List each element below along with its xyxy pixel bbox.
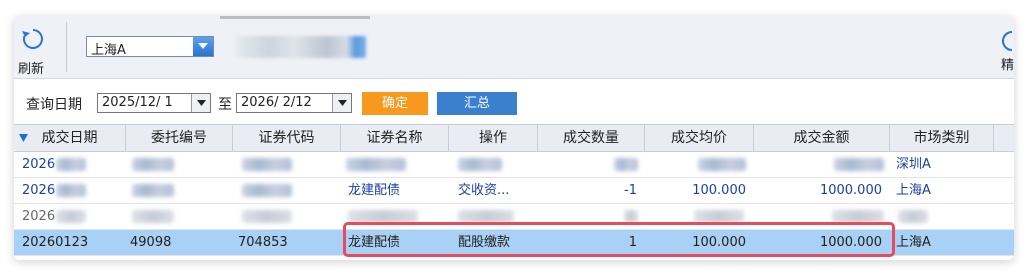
dropdown-arrow-icon[interactable] — [193, 37, 213, 56]
query-date-label: 查询日期 — [26, 97, 82, 113]
toolbar: 刷新 上海A 精 — [14, 16, 1014, 79]
refresh-label: 刷新 — [18, 62, 45, 77]
redacted-cell — [698, 158, 746, 171]
redacted-cell — [614, 158, 638, 171]
summary-button[interactable]: 汇总 — [437, 92, 517, 115]
column-header-overflow — [994, 125, 1014, 151]
cell-quantity: -1 — [624, 183, 637, 198]
toolbar-divider — [66, 22, 67, 72]
column-header-market[interactable]: 市场类别 — [890, 125, 994, 151]
sort-indicator-icon — [19, 134, 28, 142]
cell-amount: 1000.000 — [819, 183, 882, 198]
table-row[interactable]: 2026 龙建配债 交收资... -1 100.000 1000.000 上海A — [14, 178, 1014, 204]
table-header: 成交日期 委托编号 证券代码 证券名称 操作 成交数量 成交均价 成交金额 市场… — [14, 124, 1014, 152]
highlight-box — [343, 222, 895, 257]
cell-operation: 交收资... — [458, 183, 510, 198]
column-header-price[interactable]: 成交均价 — [645, 125, 754, 151]
start-date-value: 2025/12/ 1 — [102, 95, 173, 110]
start-date-picker[interactable]: 2025/12/ 1 — [97, 93, 211, 113]
redacted-cell — [56, 158, 86, 171]
cell-order-no: 49098 — [130, 235, 172, 250]
column-header-date[interactable]: 成交日期 — [14, 125, 126, 151]
column-header-code[interactable]: 证券代码 — [233, 125, 341, 151]
cell-market: 深圳A — [896, 157, 931, 172]
table-row[interactable]: 2026 深圳A — [14, 152, 1014, 178]
cell-market: 上海A — [896, 183, 931, 198]
chevron-down-icon[interactable] — [332, 94, 351, 112]
cell-date: 20260123 — [22, 235, 89, 250]
account-value: 上海A — [91, 43, 126, 58]
toolbar-tab-indicator — [220, 16, 370, 19]
redacted-cell — [458, 158, 502, 171]
chevron-down-icon[interactable] — [191, 94, 210, 112]
redacted-cell — [132, 184, 174, 197]
column-header-operation[interactable]: 操作 — [449, 125, 538, 151]
column-header-name[interactable]: 证券名称 — [341, 125, 449, 151]
refresh-button[interactable]: 刷新 — [14, 22, 58, 77]
column-header-quantity[interactable]: 成交数量 — [538, 125, 645, 151]
account-select[interactable]: 上海A — [86, 36, 214, 58]
cell-price: 100.000 — [692, 183, 746, 198]
partial-icon[interactable] — [1000, 30, 1014, 52]
trade-query-window: 刷新 上海A 精 查询日期 2025/12/ 1 至 2026/ 2/12 确定… — [14, 16, 1014, 260]
redacted-cell — [132, 158, 174, 171]
redacted-cell — [898, 210, 928, 223]
column-header-order-no[interactable]: 委托编号 — [126, 125, 233, 151]
redacted-account-field[interactable] — [236, 36, 366, 58]
end-date-picker[interactable]: 2026/ 2/12 — [236, 93, 352, 113]
column-header-amount[interactable]: 成交金额 — [754, 125, 890, 151]
query-bar: 查询日期 2025/12/ 1 至 2026/ 2/12 确定 汇总 — [14, 88, 1014, 118]
redacted-cell — [242, 158, 292, 171]
redacted-cell — [56, 184, 86, 197]
redacted-cell — [132, 210, 174, 223]
end-date-value: 2026/ 2/12 — [241, 95, 312, 110]
redacted-cell — [242, 210, 292, 223]
redacted-cell — [242, 184, 292, 197]
partial-toolbar-label: 精 — [1001, 58, 1014, 73]
cell-market: 上海A — [896, 235, 931, 250]
date-range-separator: 至 — [218, 97, 232, 113]
cell-name: 龙建配债 — [348, 183, 401, 198]
cell-code: 704853 — [238, 235, 288, 250]
redacted-cell — [346, 158, 406, 171]
confirm-button[interactable]: 确定 — [362, 92, 428, 115]
refresh-icon — [22, 29, 43, 49]
redacted-cell — [56, 210, 86, 223]
redacted-cell — [834, 158, 884, 171]
